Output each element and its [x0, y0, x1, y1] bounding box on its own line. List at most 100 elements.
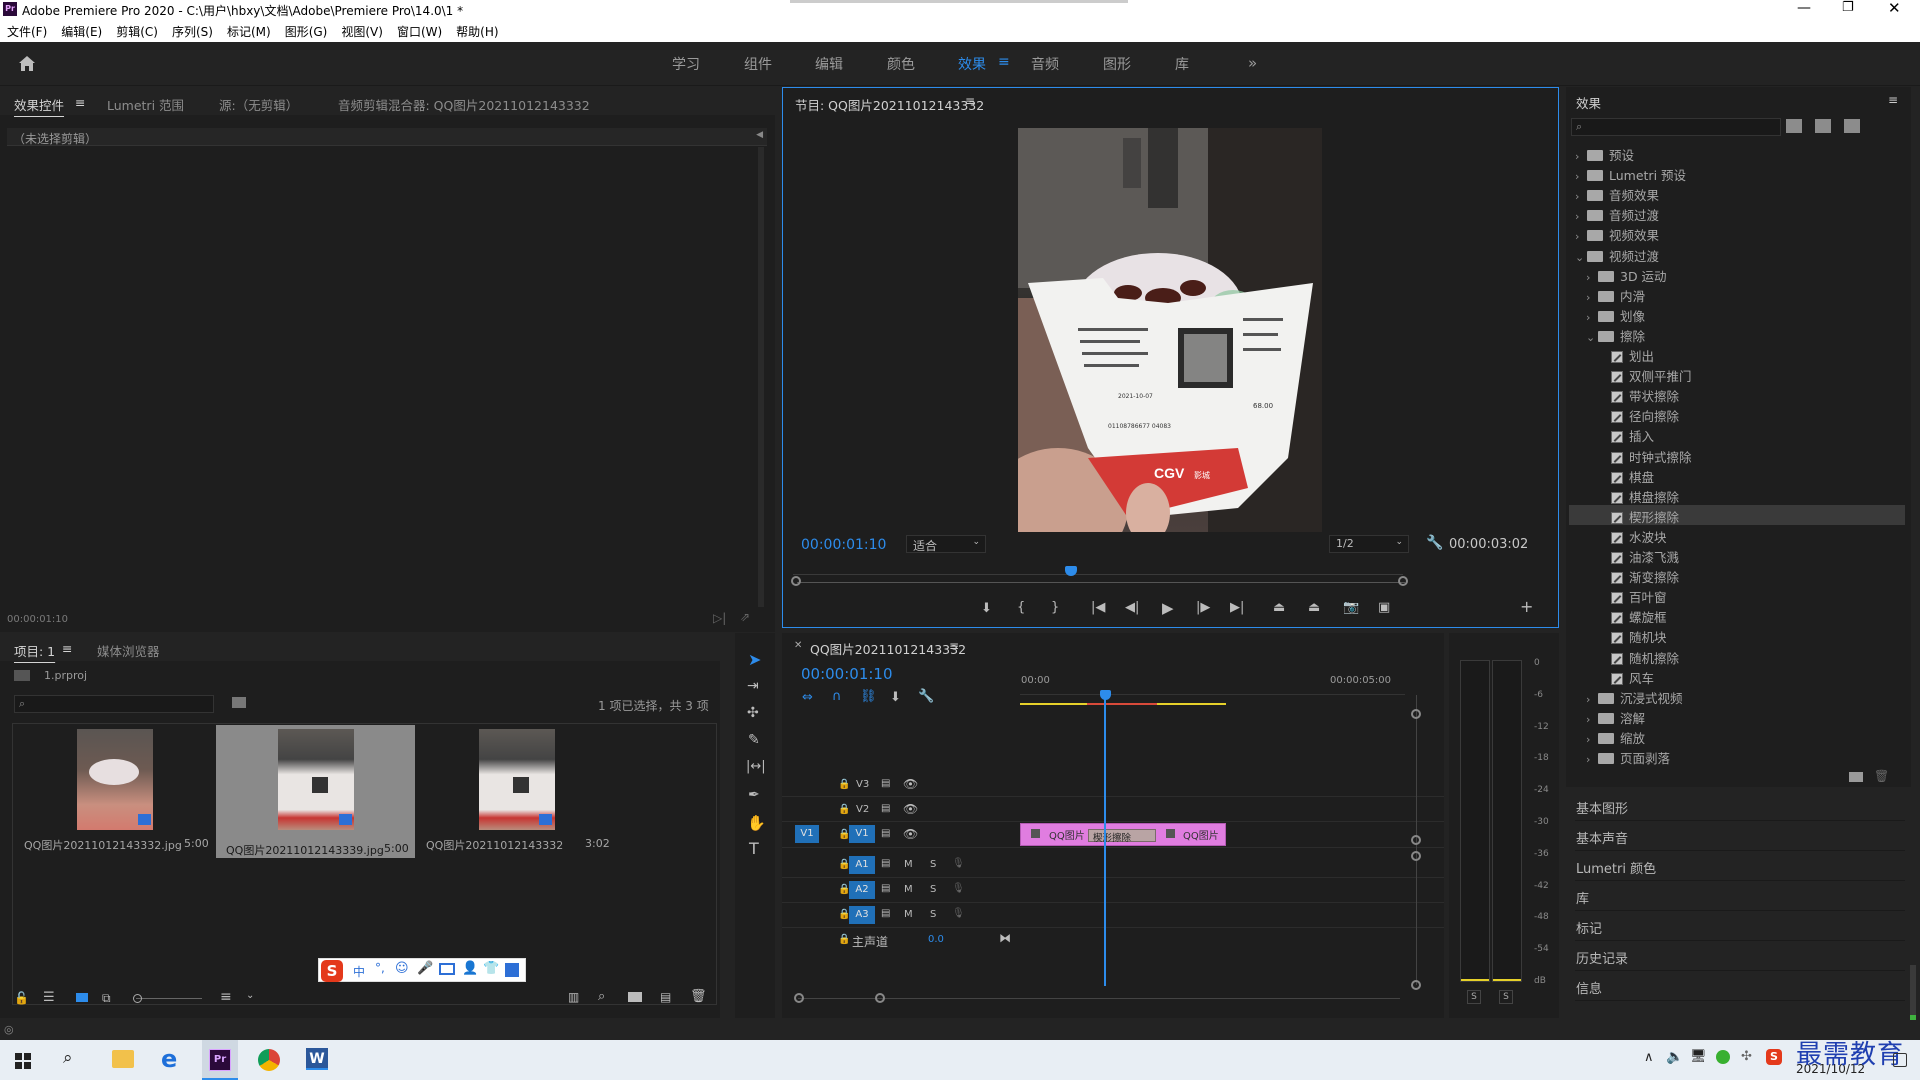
- hscroll-end-handle[interactable]: [875, 993, 885, 1003]
- lift-icon[interactable]: ⏏: [1273, 600, 1285, 615]
- project-item-selected[interactable]: QQ图片20211012143339.jpg 5:00: [216, 725, 415, 858]
- track-select-tool-icon[interactable]: ⇥: [747, 678, 759, 694]
- right-scrollbar[interactable]: [1910, 965, 1916, 1025]
- scrub-end-handle[interactable]: [1398, 576, 1408, 586]
- effect-folder[interactable]: ⌄ 擦除: [1569, 324, 1905, 344]
- premiere-taskbar-icon[interactable]: Pr: [202, 1040, 238, 1080]
- mute-button[interactable]: M: [904, 884, 913, 895]
- effect-item[interactable]: 楔形擦除: [1569, 504, 1905, 525]
- essential-graphics-panel[interactable]: 基本图形: [1575, 791, 1905, 821]
- chevron-right-icon[interactable]: ›: [1586, 693, 1598, 706]
- effects-menu-icon[interactable]: ≡: [1888, 93, 1898, 107]
- effect-item[interactable]: 随机擦除: [1569, 646, 1905, 666]
- zoom-slider[interactable]: [133, 994, 202, 1003]
- timeline-playhead[interactable]: [1103, 690, 1106, 986]
- effect-item[interactable]: 随机块: [1569, 625, 1905, 645]
- voiceover-mic-icon[interactable]: 🎙: [952, 883, 965, 894]
- sync-lock-icon[interactable]: ▤: [881, 803, 890, 814]
- menu-file[interactable]: 文件(F): [0, 20, 54, 40]
- chevron-right-icon[interactable]: ›: [1586, 713, 1598, 726]
- effect-item[interactable]: 油漆飞溅: [1569, 545, 1905, 565]
- video-clip[interactable]: QQ图片 QQ图片 楔形擦除: [1020, 823, 1226, 846]
- track-name-v1[interactable]: V1: [849, 825, 875, 843]
- chrome-browser-icon[interactable]: [258, 1049, 280, 1071]
- program-playhead[interactable]: [1064, 566, 1077, 576]
- master-volume-value[interactable]: 0.0: [928, 934, 944, 945]
- effect-folder[interactable]: › 内滑: [1569, 284, 1905, 304]
- solo-button[interactable]: S: [930, 909, 936, 920]
- close-tab-icon[interactable]: ✕: [794, 640, 802, 651]
- menu-edit[interactable]: 编辑(E): [54, 20, 109, 40]
- tray-app-icon[interactable]: [1716, 1050, 1730, 1064]
- minimize-icon[interactable]: —: [1797, 0, 1811, 16]
- meter-solo-left[interactable]: S: [1467, 990, 1481, 1004]
- track-lock-icon[interactable]: 🔒: [838, 934, 850, 945]
- ime-skin-icon[interactable]: 👕: [483, 961, 499, 976]
- workspace-menu-icon[interactable]: ≡: [998, 54, 1010, 70]
- effect-folder[interactable]: › 3D 运动: [1569, 264, 1905, 284]
- mark-out-icon[interactable]: }: [1051, 600, 1059, 615]
- source-patch-v1[interactable]: V1: [795, 825, 819, 843]
- lumetri-color-panel[interactable]: Lumetri 颜色: [1575, 851, 1905, 881]
- edge-browser-icon[interactable]: e: [161, 1045, 177, 1073]
- workspace-assembly[interactable]: 组件: [744, 54, 772, 74]
- effect-item[interactable]: 双侧平推门: [1569, 364, 1905, 384]
- settings-wrench-icon[interactable]: 🔧: [1426, 535, 1443, 551]
- track-lock-icon[interactable]: 🔒: [838, 804, 850, 815]
- effect-folder[interactable]: › 音频效果: [1569, 183, 1905, 203]
- sort-icon[interactable]: ≡: [220, 989, 232, 1005]
- file-explorer-icon[interactable]: [112, 1050, 134, 1068]
- new-search-bin-icon[interactable]: [232, 697, 246, 708]
- delete-custom-item-icon[interactable]: 🗑: [1874, 769, 1889, 783]
- ime-emoji-icon[interactable]: ☺: [395, 961, 409, 976]
- new-item-icon[interactable]: ▤: [660, 990, 671, 1004]
- solo-button[interactable]: S: [930, 884, 936, 895]
- effect-item[interactable]: 划出: [1569, 344, 1905, 364]
- mark-in-icon[interactable]: {: [1017, 600, 1025, 615]
- track-name-v3[interactable]: V3: [856, 779, 869, 790]
- workspace-libraries[interactable]: 库: [1175, 54, 1189, 74]
- program-scrub-bar[interactable]: [797, 582, 1405, 583]
- chevron-right-icon[interactable]: ›: [1575, 190, 1587, 203]
- eye-icon[interactable]: 👁: [903, 827, 918, 841]
- selection-tool-icon[interactable]: ➤: [748, 650, 761, 669]
- go-to-end-icon[interactable]: ⧓: [999, 931, 1011, 945]
- ime-punct-icon[interactable]: °,: [375, 961, 385, 975]
- linked-selection-icon[interactable]: ⛓: [860, 689, 877, 704]
- type-tool-icon[interactable]: T: [749, 839, 759, 858]
- program-menu-icon[interactable]: ≡: [965, 94, 975, 108]
- comparison-view-icon[interactable]: ▣: [1378, 600, 1390, 615]
- chevron-right-icon[interactable]: ›: [1575, 210, 1587, 223]
- menu-graphics[interactable]: 图形(G): [278, 20, 335, 40]
- taskbar-search-icon[interactable]: ⌕: [63, 1048, 73, 1068]
- eye-icon[interactable]: 👁: [903, 802, 918, 816]
- track-name-a1[interactable]: A1: [849, 856, 875, 874]
- effect-item[interactable]: 插入: [1569, 424, 1905, 444]
- share-icon[interactable]: ⇗: [740, 610, 750, 624]
- chevron-down-icon[interactable]: ⌄: [246, 990, 254, 1001]
- find-icon[interactable]: ⌕: [598, 989, 605, 1004]
- effect-item[interactable]: 径向擦除: [1569, 404, 1905, 424]
- chevron-right-icon[interactable]: ›: [1586, 753, 1598, 766]
- accelerated-effects-icon[interactable]: [1786, 119, 1802, 133]
- new-custom-bin-icon[interactable]: [1849, 772, 1863, 782]
- chevron-right-icon[interactable]: ›: [1586, 311, 1598, 324]
- menu-window[interactable]: 窗口(W): [390, 20, 449, 40]
- export-frame-camera-icon[interactable]: 📷: [1343, 600, 1359, 615]
- transition-block[interactable]: 楔形擦除: [1088, 829, 1156, 844]
- project-item-sequence[interactable]: QQ图片20211012143332 3:02: [418, 725, 618, 853]
- menu-view[interactable]: 视图(V): [334, 20, 390, 40]
- menu-sequence[interactable]: 序列(S): [165, 20, 220, 40]
- essential-sound-panel[interactable]: 基本声音: [1575, 821, 1905, 851]
- effect-folder[interactable]: › Lumetri 预设: [1569, 163, 1905, 183]
- zoom-fit-select[interactable]: 适合 ⌄: [906, 535, 986, 553]
- voiceover-mic-icon[interactable]: 🎙: [952, 908, 965, 919]
- workspace-effects[interactable]: 效果: [958, 54, 986, 74]
- slip-tool-icon[interactable]: |↔|: [746, 759, 766, 774]
- chevron-right-icon[interactable]: ›: [1586, 733, 1598, 746]
- menu-help[interactable]: 帮助(H): [449, 20, 505, 40]
- ripple-edit-tool-icon[interactable]: ✣: [747, 705, 759, 721]
- menu-clip[interactable]: 剪辑(C): [109, 20, 165, 40]
- collapse-arrow-icon[interactable]: ◀: [756, 130, 763, 140]
- export-frame-icon[interactable]: ▷|: [713, 611, 726, 625]
